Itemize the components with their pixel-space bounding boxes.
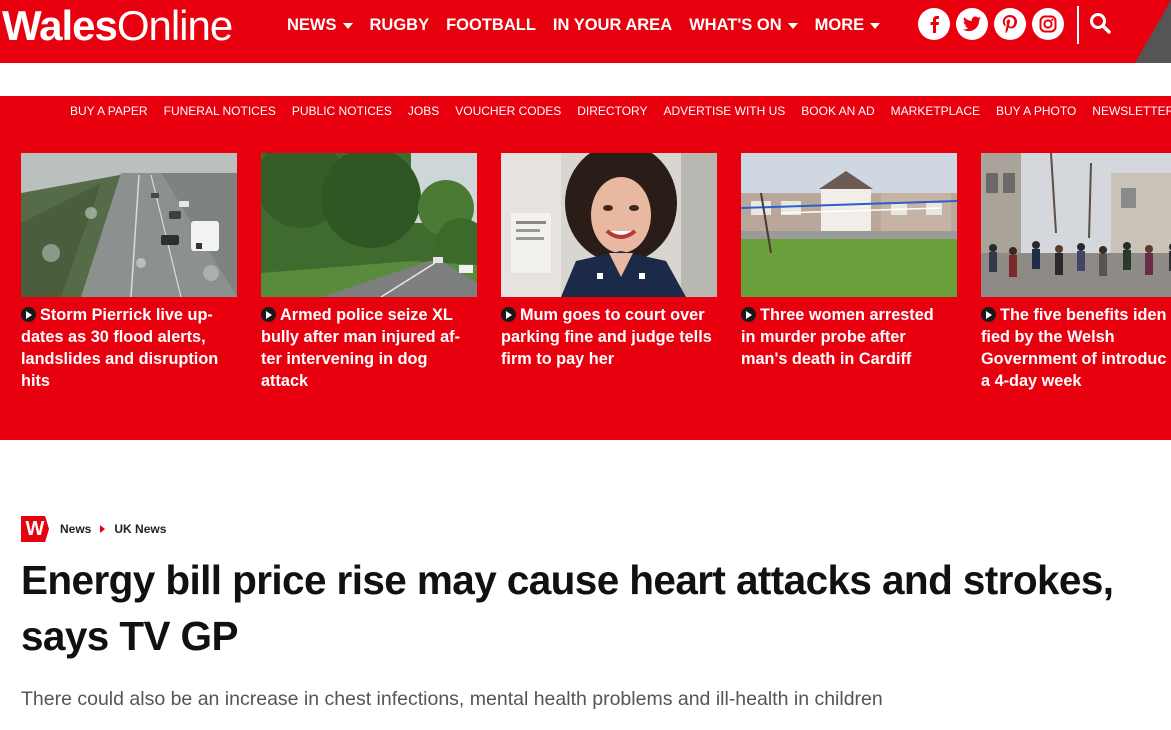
- subnav-funeral-notices[interactable]: FUNERAL NOTICES: [164, 104, 276, 119]
- teaser-headline-line-4: a 4-day week: [981, 372, 1082, 390]
- breadcrumb: W News UK News: [21, 516, 166, 542]
- teaser-card[interactable]: Mum goes to court over parking fine and …: [501, 153, 717, 370]
- caret-down-icon: [787, 22, 798, 29]
- subnav-advertise-with-us[interactable]: ADVERTISE WITH US: [664, 104, 786, 119]
- teaser-headline-line-4: attack: [261, 372, 309, 390]
- subnav-public-notices[interactable]: PUBLIC NOTICES: [292, 104, 392, 119]
- twitter-icon[interactable]: [956, 8, 988, 40]
- teaser-headline-line-2: parking fine and judge tells: [501, 328, 712, 346]
- nav-item-label: NEWS: [287, 15, 337, 34]
- chevron-right-icon: [981, 307, 996, 322]
- teaser-headline-line-2: fied by the Welsh: [981, 328, 1115, 346]
- search-icon[interactable]: [1088, 11, 1114, 37]
- breadcrumb-news[interactable]: News: [60, 522, 91, 536]
- teaser-headline[interactable]: Mum goes to court over parking fine and …: [501, 304, 731, 370]
- teaser-image-shopping-street[interactable]: [981, 153, 1171, 297]
- article-title-line-1: Energy bill price rise may cause heart a…: [21, 557, 1114, 603]
- chevron-right-icon: [741, 307, 756, 322]
- site-badge-icon[interactable]: W: [21, 516, 49, 542]
- teaser-card[interactable]: The five benefits iden fied by the Welsh…: [981, 153, 1171, 392]
- teaser-headline-line-1: Three women arrested: [760, 306, 934, 324]
- teaser-headline[interactable]: Storm Pierrick live up- dates as 30 floo…: [21, 304, 251, 392]
- header-corner-decoration: [1135, 0, 1171, 63]
- teaser-headline-line-3: firm to pay her: [501, 350, 615, 368]
- caret-down-icon: [870, 22, 881, 29]
- breadcrumb-separator-icon: [100, 525, 106, 533]
- breadcrumb-uk-news[interactable]: UK News: [114, 522, 166, 536]
- teaser-headline-line-2: dates as 30 flood alerts,: [21, 328, 206, 346]
- teaser-headline-line-3: man's death in Cardiff: [741, 350, 912, 368]
- logo-bold-text: Wales: [2, 2, 118, 49]
- teaser-headline-line-1: Armed police seize XL: [280, 306, 453, 324]
- teaser-image-motorway[interactable]: [21, 153, 237, 297]
- article-standfirst: There could also be an increase in chest…: [21, 688, 883, 710]
- nav-item-label: FOOTBALL: [446, 15, 536, 34]
- subnav-voucher-codes[interactable]: VOUCHER CODES: [455, 104, 561, 119]
- nav-item-label: WHAT'S ON: [689, 15, 782, 34]
- pinterest-icon[interactable]: [994, 8, 1026, 40]
- teaser-headline-line-3: ter intervening in dog: [261, 350, 428, 368]
- teaser-headline-line-4: hits: [21, 372, 50, 390]
- subnav-newsletter-signup[interactable]: NEWSLETTER SIGNUP: [1092, 104, 1171, 119]
- nav-item-label: MORE: [814, 15, 865, 34]
- chevron-right-icon: [21, 307, 36, 322]
- teaser-headline[interactable]: Armed police seize XL bully after man in…: [261, 304, 491, 392]
- subnav-buy-a-photo[interactable]: BUY A PHOTO: [996, 104, 1076, 119]
- chevron-right-icon: [501, 307, 516, 322]
- nav-item-label: IN YOUR AREA: [552, 15, 673, 34]
- teaser-headline-line-3: Government of introduc: [981, 350, 1167, 368]
- caret-down-icon: [342, 22, 353, 29]
- secondary-bar: BUY A PAPER FUNERAL NOTICES PUBLIC NOTIC…: [0, 96, 1171, 440]
- teaser-image-road[interactable]: [261, 153, 477, 297]
- main-nav: NEWS RUGBY FOOTBALL IN YOUR AREA WHAT'S …: [287, 0, 897, 50]
- logo-light-text: Online: [116, 2, 233, 49]
- subnav-directory[interactable]: DIRECTORY: [577, 104, 647, 119]
- teaser-headline-line-3: landslides and disruption: [21, 350, 219, 368]
- teaser-headline[interactable]: Three women arrested in murder probe aft…: [741, 304, 971, 370]
- nav-item-rugby[interactable]: RUGBY: [370, 16, 430, 35]
- facebook-icon[interactable]: [918, 8, 950, 40]
- instagram-icon[interactable]: [1032, 8, 1064, 40]
- nav-item-whats-on[interactable]: WHAT'S ON: [689, 16, 798, 35]
- header-divider: [1077, 6, 1079, 44]
- article-title-line-2: says TV GP: [21, 613, 238, 659]
- teaser-card[interactable]: Storm Pierrick live up- dates as 30 floo…: [21, 153, 237, 392]
- teaser-headline-line-2: bully after man injured af-: [261, 328, 461, 346]
- secondary-nav: BUY A PAPER FUNERAL NOTICES PUBLIC NOTIC…: [70, 104, 1171, 119]
- teaser-headline-line-2: in murder probe after: [741, 328, 906, 346]
- article-title: Energy bill price rise may cause heart a…: [21, 552, 1171, 664]
- site-header: WalesOnline NEWS RUGBY FOOTBALL IN YOUR …: [0, 0, 1171, 63]
- teaser-headline[interactable]: The five benefits iden fied by the Welsh…: [981, 304, 1171, 392]
- teaser-card[interactable]: Armed police seize XL bully after man in…: [261, 153, 477, 392]
- subnav-marketplace[interactable]: MARKETPLACE: [891, 104, 980, 119]
- site-logo[interactable]: WalesOnline: [2, 2, 233, 49]
- social-links: [918, 8, 1070, 40]
- nav-item-in-your-area[interactable]: IN YOUR AREA: [553, 16, 672, 35]
- teaser-headline-line-1: Storm Pierrick live up-: [40, 306, 213, 324]
- nav-item-football[interactable]: FOOTBALL: [446, 16, 536, 35]
- nav-item-news[interactable]: NEWS: [287, 16, 353, 35]
- teaser-image-street[interactable]: [741, 153, 957, 297]
- teaser-card[interactable]: Three women arrested in murder probe aft…: [741, 153, 957, 370]
- teaser-image-mum[interactable]: [501, 153, 717, 297]
- teaser-headline-line-1: Mum goes to court over: [520, 306, 705, 324]
- nav-item-more[interactable]: MORE: [815, 16, 881, 35]
- teaser-headline-line-1: The five benefits iden: [1000, 306, 1167, 324]
- nav-item-label: RUGBY: [369, 15, 430, 34]
- subnav-book-an-ad[interactable]: BOOK AN AD: [801, 104, 874, 119]
- chevron-right-icon: [261, 307, 276, 322]
- subnav-jobs[interactable]: JOBS: [408, 104, 439, 119]
- subnav-buy-a-paper[interactable]: BUY A PAPER: [70, 104, 148, 119]
